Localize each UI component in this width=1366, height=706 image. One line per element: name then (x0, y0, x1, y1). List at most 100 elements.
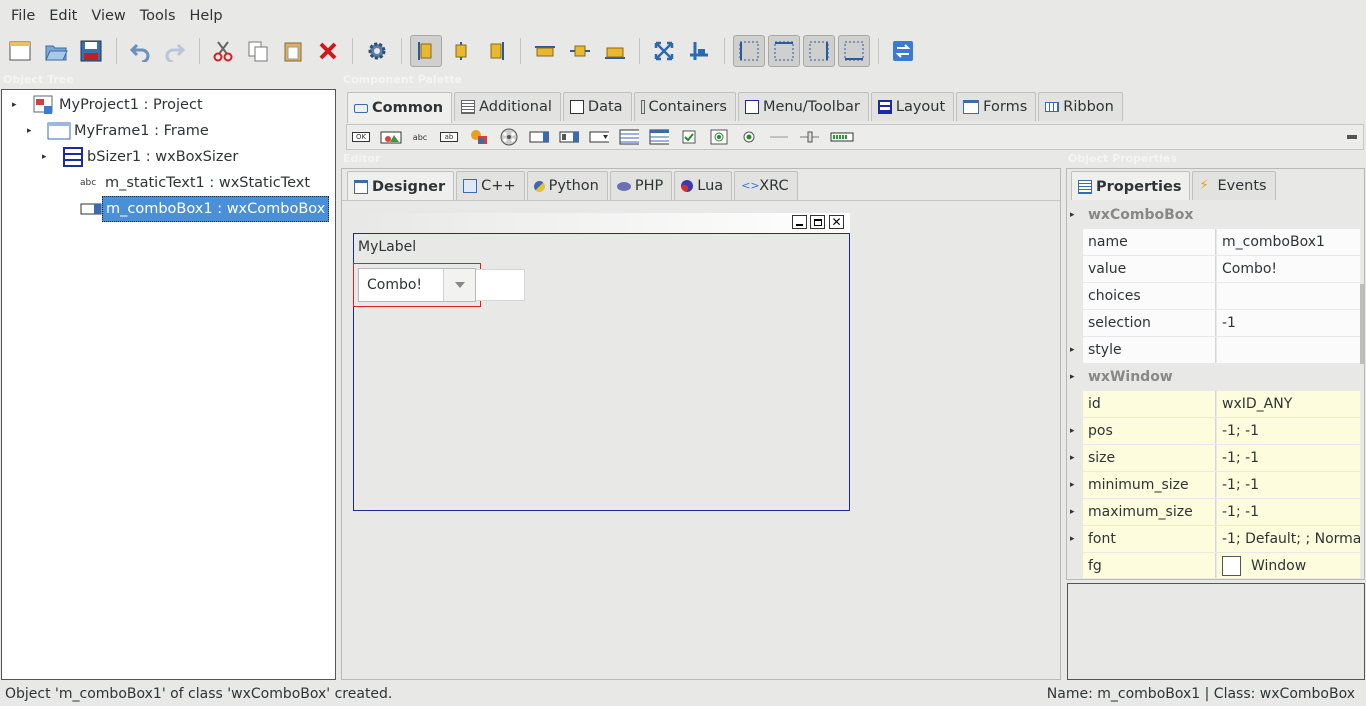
combobox-dropdown-button[interactable] (443, 269, 475, 301)
align-bottom-button[interactable] (599, 35, 631, 67)
tree-item-static-text[interactable]: abc m_staticText1 : wxStaticText (80, 170, 313, 196)
prop-category-wxcombobox[interactable]: ▸ wxComboBox (1067, 202, 1364, 229)
slider-widget-icon[interactable] (799, 129, 819, 145)
animation-widget-icon[interactable] (499, 128, 519, 146)
expander-icon[interactable]: ▸ (1070, 418, 1075, 444)
expander-icon[interactable]: ▸ (1070, 202, 1075, 228)
color-swatch[interactable] (1222, 556, 1241, 576)
tab-containers[interactable]: Containers (633, 92, 736, 121)
menu-edit[interactable]: Edit (42, 0, 84, 32)
frame-body[interactable]: MyLabel Combo! (353, 233, 850, 511)
tab-python[interactable]: Python (526, 171, 608, 200)
prop-row-selection[interactable]: selection -1 (1067, 310, 1364, 337)
expander-icon[interactable]: ▸ (1070, 526, 1075, 552)
align-top-button[interactable] (529, 35, 561, 67)
paste-button[interactable] (277, 35, 309, 67)
properties-scrollbar[interactable] (1360, 284, 1364, 364)
expander-icon[interactable]: ▸ (1070, 337, 1075, 363)
prop-row-pos[interactable]: ▸ pos -1; -1 (1067, 418, 1364, 445)
tab-lua[interactable]: Lua (674, 171, 733, 200)
expander-icon[interactable]: ▸ (12, 100, 22, 110)
combobox-widget-icon[interactable] (529, 129, 549, 145)
align-right-button[interactable] (480, 35, 512, 67)
prop-row-fg[interactable]: fg Window (1067, 553, 1364, 578)
menu-help[interactable]: Help (183, 0, 230, 32)
maximize-icon[interactable] (810, 215, 825, 229)
generate-code-button[interactable] (361, 35, 393, 67)
copy-button[interactable] (242, 35, 274, 67)
expander-icon[interactable]: ▸ (1070, 472, 1075, 498)
gauge-widget-icon[interactable] (829, 129, 855, 145)
palette-menu-icon[interactable] (1345, 129, 1359, 145)
tree-item-combobox[interactable]: m_comboBox1 : wxComboBox (80, 196, 330, 222)
tree-item-project[interactable]: ▸ MyProject1 : Project (12, 92, 206, 118)
expander-icon[interactable]: ▸ (1070, 445, 1075, 471)
combobox-preview[interactable]: Combo! (358, 268, 476, 302)
close-icon[interactable]: ✕ (829, 215, 844, 229)
border-left-button[interactable] (733, 35, 765, 67)
prop-row-value[interactable]: value Combo! (1067, 256, 1364, 283)
prop-row-id[interactable]: id wxID_ANY (1067, 391, 1364, 418)
tab-common[interactable]: Common (347, 92, 453, 123)
menu-view[interactable]: View (84, 0, 132, 32)
tab-additional[interactable]: Additional (454, 92, 561, 121)
button-widget-icon[interactable]: OK (350, 129, 372, 145)
new-project-button[interactable] (4, 35, 36, 67)
listbox-widget-icon[interactable] (619, 129, 639, 145)
prop-row-style[interactable]: ▸ style (1067, 337, 1364, 364)
expand-button[interactable] (648, 35, 680, 67)
tab-php[interactable]: PHP (609, 171, 673, 200)
tab-xrc[interactable]: <> XRC (734, 171, 798, 200)
radio-button-widget-icon[interactable] (739, 129, 759, 145)
stretch-button[interactable] (683, 35, 715, 67)
undo-button[interactable] (124, 35, 156, 67)
static-line-widget-icon[interactable] (769, 129, 789, 145)
tab-forms[interactable]: Forms (956, 92, 1037, 121)
prop-row-choices[interactable]: choices (1067, 283, 1364, 310)
align-center-button[interactable] (445, 35, 477, 67)
expander-icon[interactable]: ▸ (42, 152, 52, 162)
tab-menu-toolbar[interactable]: Menu/Toolbar (737, 92, 869, 121)
tab-properties[interactable]: Properties (1071, 171, 1191, 202)
tab-data[interactable]: Data (562, 92, 632, 121)
align-left-button[interactable] (410, 35, 442, 67)
prop-row-minimum-size[interactable]: ▸ minimum_size -1; -1 (1067, 472, 1364, 499)
static-text-widget-icon[interactable]: abc (410, 129, 430, 145)
checkbox-widget-icon[interactable] (679, 129, 699, 145)
open-button[interactable] (40, 35, 72, 67)
tab-layout[interactable]: Layout (870, 92, 955, 121)
expander-icon[interactable]: ▸ (27, 126, 37, 136)
static-text-label[interactable]: MyLabel (358, 239, 416, 255)
tab-cpp[interactable]: C++ (456, 171, 525, 200)
bitmap-widget-icon[interactable] (469, 129, 489, 145)
border-right-button[interactable] (803, 35, 835, 67)
border-bottom-button[interactable] (838, 35, 870, 67)
tree-item-sizer[interactable]: ▸ bSizer1 : wxBoxSizer (42, 144, 241, 170)
expander-icon[interactable]: ▸ (1070, 364, 1075, 390)
prop-row-name[interactable]: name m_comboBox1 (1067, 229, 1364, 256)
object-tree[interactable]: ▸ MyProject1 : Project ▸ MyFrame1 : Fram… (1, 89, 336, 680)
cut-button[interactable] (207, 35, 239, 67)
align-middle-button[interactable] (564, 35, 596, 67)
tab-designer[interactable]: Designer (347, 171, 455, 202)
bitmap-button-widget-icon[interactable] (380, 129, 402, 145)
radio-box-widget-icon[interactable] (709, 129, 729, 145)
swap-orientation-button[interactable] (887, 35, 919, 67)
choice-widget-icon[interactable] (589, 129, 609, 145)
prop-category-wxwindow[interactable]: ▸ wxWindow (1067, 364, 1364, 391)
list-ctrl-widget-icon[interactable] (649, 129, 669, 145)
border-top-button[interactable] (768, 35, 800, 67)
tab-ribbon[interactable]: Ribbon (1038, 92, 1123, 121)
delete-button[interactable] (312, 35, 344, 67)
minimize-icon[interactable] (792, 215, 807, 229)
prop-row-font[interactable]: ▸ font -1; Default; ; Normal; (1067, 526, 1364, 553)
redo-button[interactable] (159, 35, 191, 67)
bitmap-combobox-widget-icon[interactable] (559, 129, 579, 145)
prop-row-maximum-size[interactable]: ▸ maximum_size -1; -1 (1067, 499, 1364, 526)
text-ctrl-widget-icon[interactable]: ab (439, 129, 459, 145)
expander-icon[interactable]: ▸ (1070, 499, 1075, 525)
tree-item-frame[interactable]: ▸ MyFrame1 : Frame (27, 118, 212, 144)
prop-row-size[interactable]: ▸ size -1; -1 (1067, 445, 1364, 472)
tab-events[interactable]: ⚡ Events (1192, 171, 1276, 200)
save-button[interactable] (75, 35, 107, 67)
